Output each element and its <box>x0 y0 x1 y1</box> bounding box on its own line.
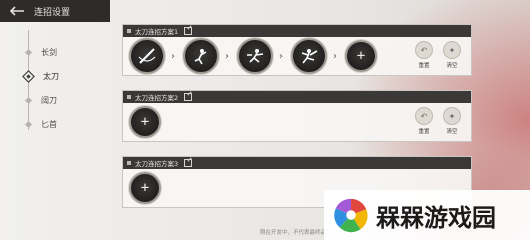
combo-title: 太刀连招方案3 <box>135 160 179 168</box>
slash-move-icon <box>138 48 156 64</box>
clear-icon: ✦ <box>443 107 461 125</box>
reset-label: 重置 <box>418 63 430 69</box>
combo-panel-header: 太刀连招方案3 <box>123 157 471 169</box>
move-slot-3[interactable] <box>237 38 273 74</box>
watermark-badge: 槑槑游戏园 <box>324 190 530 240</box>
sidebar-item-label: 长剑 <box>41 47 57 57</box>
square-icon <box>127 95 131 99</box>
square-icon <box>127 29 131 33</box>
clear-button[interactable]: ✦ 清空 <box>443 41 461 69</box>
sidebar-item-longsword[interactable]: 长剑 <box>22 40 59 64</box>
plus-icon: + <box>140 180 150 196</box>
combo-title: 太刀连招方案2 <box>135 94 179 102</box>
pinwheel-logo-icon <box>334 198 368 233</box>
dash-cut-icon <box>247 49 264 63</box>
combo-title: 太刀连招方案1 <box>135 28 179 36</box>
reset-label: 重置 <box>418 129 430 135</box>
spin-kick-icon <box>301 49 318 64</box>
clear-label: 清空 <box>446 129 458 135</box>
page-title: 连招设置 <box>34 7 71 18</box>
chevron-right-icon: › <box>225 50 229 62</box>
clear-button[interactable]: ✦ 清空 <box>443 107 461 135</box>
add-move-button[interactable]: + <box>129 106 161 138</box>
back-arrow-icon[interactable] <box>8 4 26 18</box>
clear-label: 清空 <box>446 63 458 69</box>
chevron-right-icon: › <box>279 50 283 62</box>
sidebar-item-katana[interactable]: 太刀 <box>22 64 59 88</box>
plus-icon: + <box>356 48 366 64</box>
sidebar-item-label: 匕首 <box>41 119 57 129</box>
sidebar-item-broadblade[interactable]: 阔刀 <box>22 88 59 112</box>
combo-panel-header: 太刀连招方案1 <box>123 25 471 37</box>
diamond-icon <box>24 120 33 128</box>
diamond-icon <box>24 48 33 56</box>
square-icon <box>127 161 131 165</box>
reset-button[interactable]: ↶ 重置 <box>415 41 433 69</box>
add-move-button[interactable]: + <box>129 172 161 204</box>
weapon-nav: 长剑 太刀 阔刀 匕首 <box>22 40 59 136</box>
leap-strike-icon <box>194 49 207 65</box>
diamond-icon <box>24 96 33 104</box>
combo-actions: ↶ 重置 ✦ 清空 <box>415 107 461 135</box>
move-slot-4[interactable] <box>291 38 327 74</box>
disclaimer-text: 限在开发中，不代表最终品质 <box>260 230 332 236</box>
edit-icon[interactable] <box>184 93 193 101</box>
reset-icon: ↶ <box>415 107 433 125</box>
sidebar-item-label: 太刀 <box>43 71 59 81</box>
combo-panel-2: 太刀连招方案2 + ↶ 重置 ✦ 清空 <box>122 90 472 142</box>
move-slot-2[interactable] <box>183 38 219 74</box>
reset-icon: ↶ <box>415 41 433 59</box>
plus-icon: + <box>140 114 150 130</box>
move-slot-1[interactable] <box>129 38 165 74</box>
watermark-text: 槑槑游戏园 <box>376 203 496 232</box>
sidebar-item-dagger[interactable]: 匕首 <box>22 112 59 136</box>
sidebar-item-label: 阔刀 <box>41 95 57 105</box>
active-diamond-icon <box>22 69 35 83</box>
chevron-right-icon: › <box>333 50 337 62</box>
combo-panel-header: 太刀连招方案2 <box>123 91 471 103</box>
edit-icon[interactable] <box>184 159 193 167</box>
top-bar: 连招设置 <box>0 0 110 22</box>
edit-icon[interactable] <box>184 27 193 35</box>
clear-icon: ✦ <box>443 41 461 59</box>
chevron-right-icon: › <box>171 50 175 62</box>
combo-body: › › › › + ↶ 重置 ✦ 清空 <box>123 37 471 75</box>
combo-panel-1: 太刀连招方案1 › › › › + ↶ 重置 ✦ 清空 <box>122 24 472 76</box>
combo-actions: ↶ 重置 ✦ 清空 <box>415 41 461 69</box>
reset-button[interactable]: ↶ 重置 <box>415 107 433 135</box>
combo-body: + ↶ 重置 ✦ 清空 <box>123 103 471 141</box>
add-move-button[interactable]: + <box>345 40 377 72</box>
